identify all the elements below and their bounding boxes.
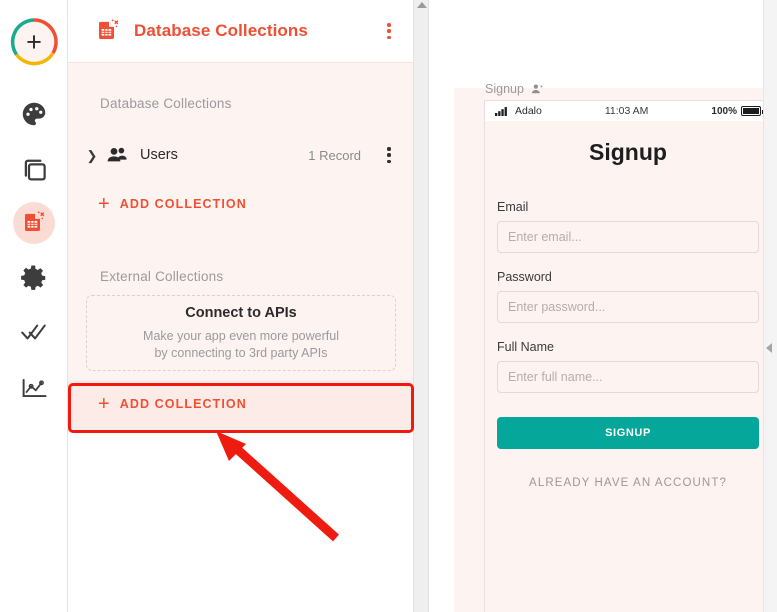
screen-label[interactable]: Signup: [485, 82, 544, 96]
palette-icon: [22, 102, 46, 126]
panel-scrollbar[interactable]: [413, 0, 429, 612]
panel-header: Database Collections: [68, 0, 413, 62]
chevron-right-icon[interactable]: ❯: [84, 149, 100, 162]
plus-glyph: +: [26, 26, 42, 57]
scroll-left-arrow-icon[interactable]: [766, 343, 772, 353]
api-card-line2: by connecting to 3rd party APIs: [154, 345, 328, 360]
page-title: Database Collections: [134, 21, 308, 40]
sidebar-item-screens[interactable]: [0, 150, 68, 190]
add-collection-button-top[interactable]: + ADD COLLECTION: [98, 191, 247, 217]
screen-heading: Signup: [589, 139, 667, 165]
sidebar-item-analytics[interactable]: [0, 368, 68, 408]
sidebar-item-settings[interactable]: [0, 258, 68, 298]
app-canvas: Signup Adalo 11:03 AM 100% Signup Email …: [429, 0, 777, 612]
battery-percent: 100%: [711, 105, 737, 117]
plus-icon: +: [98, 193, 110, 215]
database-active-chip: [13, 202, 55, 244]
connect-to-apis-card[interactable]: Connect to APIs Make your app even more …: [86, 295, 396, 371]
signup-button[interactable]: SIGNUP: [497, 417, 759, 449]
battery-fill: [743, 108, 759, 114]
kebab-dot: [387, 23, 391, 27]
screen-label-text: Signup: [485, 82, 524, 96]
canvas-scrollbar[interactable]: [763, 0, 777, 612]
already-have-account-link[interactable]: ALREADY HAVE AN ACCOUNT?: [485, 477, 770, 489]
password-label: Password: [497, 270, 552, 284]
api-card-title: Connect to APIs: [185, 304, 297, 321]
fullname-field[interactable]: Enter full name...: [497, 361, 759, 393]
people-icon: [107, 147, 127, 162]
user-screen-icon: [531, 83, 543, 93]
kebab-dot: [387, 153, 391, 157]
add-new-button[interactable]: +: [0, 16, 68, 68]
panel-body: Database Collections ❯ Users 1 Record + …: [68, 62, 413, 432]
signal-bars-icon: [495, 107, 507, 116]
add-collection-label: ADD COLLECTION: [119, 397, 247, 411]
database-icon: [99, 19, 119, 40]
status-bar: Adalo 11:03 AM 100%: [485, 101, 770, 121]
add-collection-button-bottom[interactable]: + ADD COLLECTION: [69, 381, 412, 427]
password-field[interactable]: Enter password...: [497, 291, 759, 323]
field-group-password: Password Enter password...: [497, 270, 759, 323]
field-group-fullname: Full Name Enter full name...: [497, 340, 759, 393]
list-item-users[interactable]: ❯ Users 1 Record: [68, 135, 413, 175]
status-time: 11:03 AM: [604, 105, 649, 117]
record-count: 1 Record: [308, 147, 361, 163]
screens-icon: [24, 159, 46, 181]
database-icon: [25, 211, 45, 231]
section-label-database-collections: Database Collections: [100, 96, 232, 111]
kebab-dot: [387, 29, 391, 33]
add-collection-label: ADD COLLECTION: [119, 197, 247, 211]
kebab-dot: [387, 147, 391, 151]
carrier-name: Adalo: [515, 105, 542, 117]
analytics-chart-icon: [22, 378, 47, 398]
battery-full-icon: [741, 106, 764, 116]
double-check-icon: [21, 324, 46, 340]
left-icon-rail: +: [0, 0, 68, 612]
email-field[interactable]: Enter email...: [497, 221, 759, 253]
plus-icon: +: [98, 393, 110, 415]
panel-menu-button[interactable]: [379, 20, 399, 42]
panel-empty-area: [68, 432, 413, 612]
app-window: + Database Collections Database Collecti…: [0, 0, 777, 612]
plus-circle-icon: +: [9, 17, 59, 67]
kebab-dot: [387, 159, 391, 163]
gear-icon: [21, 265, 46, 290]
sidebar-item-design[interactable]: [0, 94, 68, 134]
sidebar-item-database[interactable]: [0, 202, 68, 244]
email-label: Email: [497, 200, 529, 214]
phone-preview: Adalo 11:03 AM 100% Signup Email Enter e…: [484, 100, 770, 612]
database-panel: Database Collections Database Collection…: [68, 0, 413, 612]
section-label-external-collections: External Collections: [100, 269, 224, 284]
api-card-line1: Make your app even more powerful: [143, 328, 339, 343]
fullname-label: Full Name: [497, 340, 554, 354]
collection-name: Users: [140, 147, 178, 163]
kebab-dot: [387, 35, 391, 39]
scroll-up-arrow-icon[interactable]: [417, 2, 427, 8]
collection-menu-button[interactable]: [379, 144, 399, 166]
field-group-email: Email Enter email...: [497, 200, 759, 253]
sidebar-item-publish[interactable]: [0, 312, 68, 352]
